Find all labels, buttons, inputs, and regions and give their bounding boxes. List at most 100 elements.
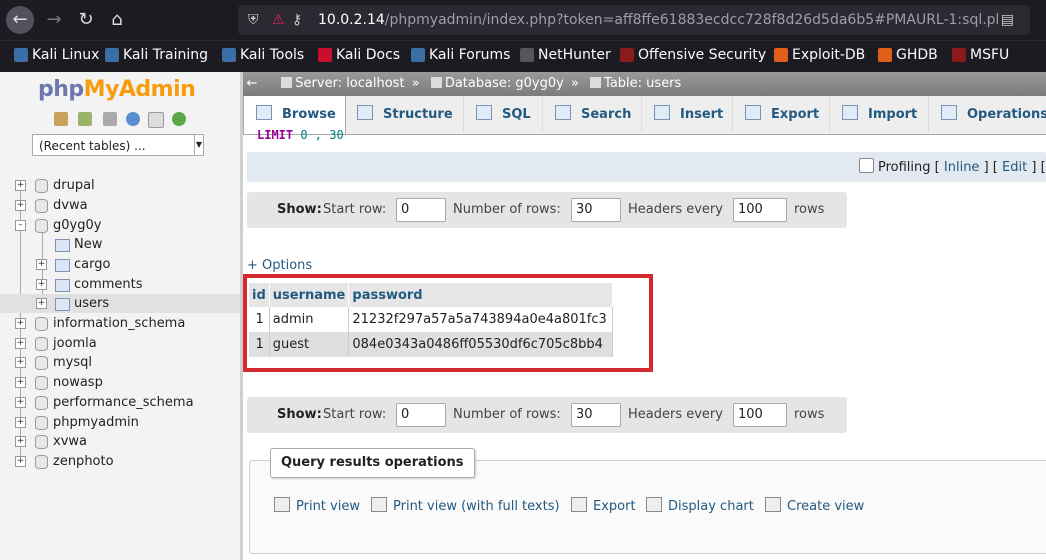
options-toggle[interactable]: + Options: [247, 258, 312, 273]
breadcrumb-table[interactable]: Table: users: [604, 76, 681, 91]
tab-export[interactable]: Export: [733, 96, 830, 133]
database-dvwa[interactable]: + dvwa: [0, 196, 240, 215]
query-results-operations: Query results operations Print view Prin…: [249, 448, 1046, 554]
bookmark-nethunter[interactable]: NetHunter: [520, 47, 611, 63]
documentation-icon[interactable]: [148, 112, 164, 128]
search-icon: [555, 105, 571, 120]
expand-icon[interactable]: +: [15, 180, 26, 191]
help-icon[interactable]: [126, 112, 140, 126]
inline-edit-link[interactable]: Inline: [944, 160, 980, 175]
breadcrumb-database[interactable]: Database: g0yg0y: [445, 76, 564, 91]
headers-every-input[interactable]: 100: [733, 403, 787, 427]
ghdb-icon: [878, 48, 892, 62]
home-icon[interactable]: [54, 112, 68, 126]
sql-query-icon[interactable]: [103, 112, 117, 126]
tab-search[interactable]: Search: [543, 96, 642, 133]
tab-import[interactable]: Import: [830, 96, 929, 133]
browser-toolbar: ← → ↻ ⌂ ⛨ ⚠ ⚷ 10.0.2.14/phpmyadmin/index…: [0, 0, 1046, 40]
table-comments[interactable]: + comments: [0, 275, 240, 294]
print-view-link[interactable]: Print view: [274, 497, 360, 514]
expand-icon[interactable]: +: [15, 338, 26, 349]
headers-every-input[interactable]: 100: [733, 198, 787, 222]
bookmark-offensive-security[interactable]: Offensive Security: [620, 47, 766, 63]
table-new[interactable]: New: [0, 235, 240, 254]
reader-view-icon[interactable]: ▤: [1001, 5, 1014, 35]
navigation-panel: phpMyAdmin (Recent tables) ... ▼ + drupal…: [0, 72, 241, 560]
bookmark-kali-tools[interactable]: Kali Tools: [222, 47, 304, 63]
shield-icon[interactable]: ⛨: [248, 5, 259, 35]
expand-icon[interactable]: +: [15, 318, 26, 329]
database-g0yg0y[interactable]: – g0yg0y: [0, 216, 240, 235]
expand-icon[interactable]: +: [15, 377, 26, 388]
sql-icon: [476, 105, 492, 120]
database-information-schema[interactable]: + information_schema: [0, 314, 240, 333]
collapse-arrow-icon[interactable]: ←: [243, 72, 261, 96]
database-mysql[interactable]: + mysql: [0, 353, 240, 372]
expand-icon[interactable]: +: [36, 298, 47, 309]
database-icon: [35, 435, 48, 449]
tab-insert[interactable]: Insert: [642, 96, 733, 133]
bookmark-kali-linux[interactable]: Kali Linux: [14, 47, 99, 63]
insecure-lock-icon[interactable]: ⚠: [272, 5, 285, 35]
wrench-icon: [941, 105, 957, 120]
start-row-input[interactable]: 0: [396, 198, 446, 222]
reload-navigation-icon[interactable]: [172, 112, 186, 126]
expand-icon[interactable]: +: [15, 456, 26, 467]
forward-button[interactable]: →: [40, 6, 68, 34]
key-icon[interactable]: ⚷: [292, 5, 302, 35]
database-zenphoto[interactable]: + zenphoto: [0, 452, 240, 471]
address-bar[interactable]: ⛨ ⚠ ⚷ 10.0.2.14/phpmyadmin/index.php?tok…: [238, 5, 1030, 35]
display-chart-link[interactable]: Display chart: [646, 497, 754, 514]
bookmark-kali-forums[interactable]: Kali Forums: [411, 47, 510, 63]
expand-icon[interactable]: +: [36, 279, 47, 290]
expand-icon[interactable]: +: [15, 417, 26, 428]
tab-operations[interactable]: Operations: [929, 96, 1046, 133]
database-drupal[interactable]: + drupal: [0, 176, 240, 195]
table-users[interactable]: + users: [0, 294, 240, 313]
expand-icon[interactable]: +: [15, 436, 26, 447]
database-phpmyadmin[interactable]: + phpmyadmin: [0, 413, 240, 432]
export-icon: [745, 105, 761, 120]
kali-dragon-icon: [222, 48, 236, 62]
database-xvwa[interactable]: + xvwa: [0, 432, 240, 451]
database-performance-schema[interactable]: + performance_schema: [0, 393, 240, 412]
reload-button[interactable]: ↻: [72, 6, 100, 34]
table-icon: [55, 298, 70, 311]
tab-sql[interactable]: SQL: [464, 96, 543, 133]
url-text: 10.0.2.14/phpmyadmin/index.php?token=aff…: [318, 12, 998, 28]
print-view-full-link[interactable]: Print view (with full texts): [371, 497, 560, 514]
server-icon: [281, 77, 293, 88]
number-of-rows-input[interactable]: 30: [571, 403, 621, 427]
bookmark-exploit-db[interactable]: Exploit-DB: [774, 47, 865, 63]
database-icon: [35, 199, 48, 213]
bookmark-kali-docs[interactable]: Kali Docs: [318, 47, 400, 63]
bookmark-msfu[interactable]: MSFU: [952, 47, 1009, 63]
create-view-icon: [765, 497, 781, 512]
database-joomla[interactable]: + joomla: [0, 334, 240, 353]
tab-structure[interactable]: Structure: [345, 96, 464, 133]
expand-icon[interactable]: +: [15, 200, 26, 211]
database-nowasp[interactable]: + nowasp: [0, 373, 240, 392]
table-cargo[interactable]: + cargo: [0, 255, 240, 274]
breadcrumb-server[interactable]: Server: localhost: [295, 76, 404, 91]
start-row-input[interactable]: 0: [396, 403, 446, 427]
database-icon: [35, 416, 48, 430]
nethunter-icon: [520, 48, 534, 62]
database-icon: [35, 396, 48, 410]
collapse-icon[interactable]: –: [15, 220, 26, 231]
number-of-rows-input[interactable]: 30: [571, 198, 621, 222]
expand-icon[interactable]: +: [15, 357, 26, 368]
bookmark-ghdb[interactable]: GHDB: [878, 47, 938, 63]
recent-tables-select[interactable]: (Recent tables) ... ▼: [32, 134, 204, 156]
expand-icon[interactable]: +: [15, 397, 26, 408]
phpmyadmin-logo[interactable]: phpMyAdmin: [38, 77, 196, 102]
expand-icon[interactable]: +: [36, 259, 47, 270]
home-icon[interactable]: ⌂: [103, 6, 131, 34]
profiling-checkbox[interactable]: [859, 158, 874, 173]
create-view-link[interactable]: Create view: [765, 497, 864, 514]
logout-icon[interactable]: [78, 112, 92, 126]
bookmark-kali-training[interactable]: Kali Training: [105, 47, 208, 63]
back-button[interactable]: ←: [6, 6, 34, 34]
edit-link[interactable]: Edit: [1002, 160, 1027, 175]
export-link[interactable]: Export: [571, 497, 636, 514]
